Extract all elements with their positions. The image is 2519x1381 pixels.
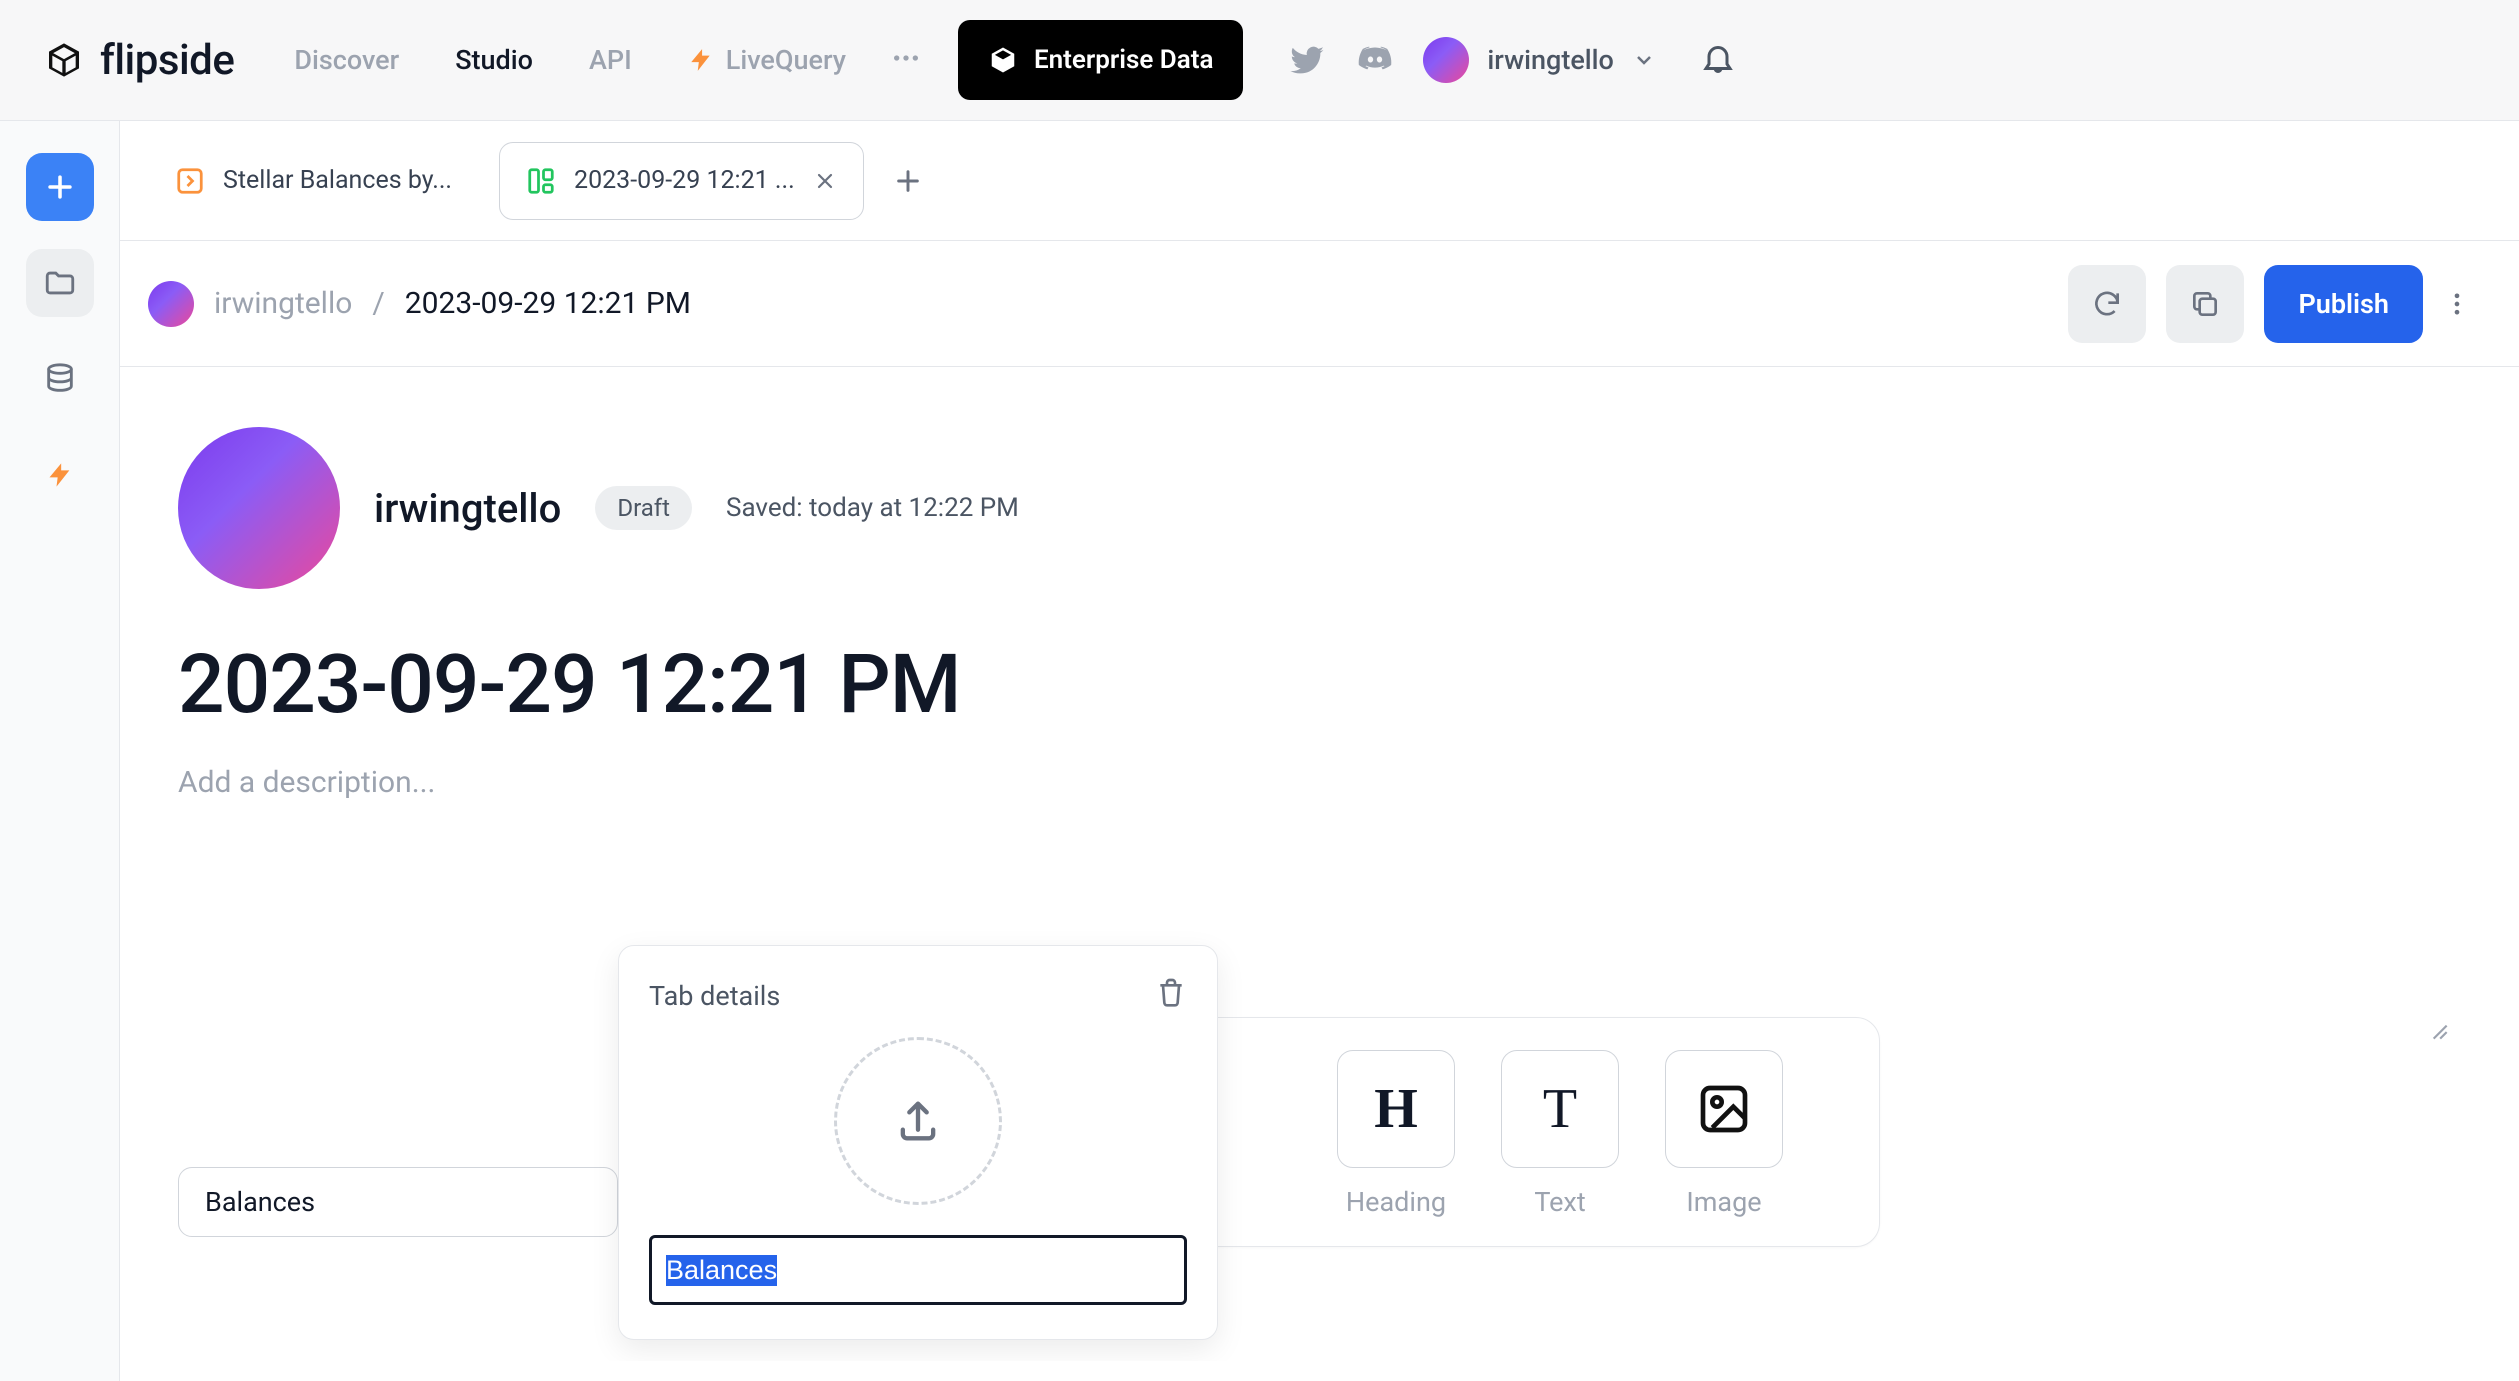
- heading-icon: H: [1337, 1050, 1455, 1168]
- editor-tab-label: 2023-09-29 12:21 ...: [574, 166, 795, 195]
- image-icon: [1665, 1050, 1783, 1168]
- editor-tab[interactable]: Stellar Balances by...: [148, 142, 479, 220]
- enterprise-data-button[interactable]: Enterprise Data: [958, 20, 1243, 100]
- avatar: [178, 427, 340, 589]
- palette-heading[interactable]: H Heading: [1337, 1050, 1455, 1218]
- titlebar: irwingtello / 2023-09-29 12:21 PM Publis…: [120, 241, 2519, 367]
- text-icon: T: [1501, 1050, 1619, 1168]
- avatar: [1423, 37, 1469, 83]
- refresh-button[interactable]: [2068, 265, 2146, 343]
- editor-tab-label: Stellar Balances by...: [223, 166, 452, 195]
- titlebar-actions: Publish: [2068, 265, 2471, 343]
- brand[interactable]: flipside: [44, 36, 234, 85]
- nav-studio[interactable]: Studio: [455, 44, 533, 76]
- user-name: irwingtello: [1487, 44, 1613, 76]
- user-menu[interactable]: irwingtello: [1423, 37, 1655, 83]
- breadcrumb-sep: /: [372, 286, 384, 321]
- breadcrumb-owner[interactable]: irwingtello: [214, 286, 352, 321]
- tab-details-popover: Tab details: [618, 945, 1218, 1340]
- avatar: [148, 281, 194, 327]
- editor-tab[interactable]: 2023-09-29 12:21 ...: [499, 142, 864, 220]
- lightning-icon: [46, 461, 74, 489]
- notifications-icon[interactable]: [1700, 40, 1736, 80]
- content-scroll: irwingtello Draft Saved: today at 12:22 …: [120, 367, 2519, 1381]
- nav-livequery-label: LiveQuery: [726, 44, 846, 76]
- dashboard-tab[interactable]: Balances: [178, 1167, 618, 1237]
- top-nav: Discover Studio API LiveQuery: [294, 44, 846, 76]
- more-button[interactable]: [2443, 290, 2471, 318]
- palette-text-label: Text: [1534, 1186, 1585, 1218]
- lightning-icon: [688, 47, 714, 73]
- files-button[interactable]: [26, 249, 94, 317]
- copy-button[interactable]: [2166, 265, 2244, 343]
- nav-more-icon[interactable]: [890, 42, 922, 78]
- trash-icon: [1155, 976, 1187, 1008]
- header: flipside Discover Studio API LiveQuery E…: [0, 0, 2519, 121]
- breadcrumb: irwingtello / 2023-09-29 12:21 PM: [148, 281, 691, 327]
- discord-icon[interactable]: [1355, 40, 1395, 80]
- resize-handle-icon[interactable]: [2425, 1017, 2451, 1047]
- breadcrumb-title: 2023-09-29 12:21 PM: [405, 286, 691, 321]
- palette-heading-label: Heading: [1346, 1186, 1446, 1218]
- owner-row: irwingtello Draft Saved: today at 12:22 …: [178, 427, 2433, 589]
- more-vertical-icon: [2443, 290, 2471, 318]
- nav-discover[interactable]: Discover: [294, 44, 399, 76]
- folder-icon: [43, 266, 77, 300]
- saved-text: Saved: today at 12:22 PM: [726, 493, 1019, 523]
- livequery-rail-button[interactable]: [26, 441, 94, 509]
- refresh-icon: [2091, 288, 2123, 320]
- palette-image[interactable]: Image: [1665, 1050, 1783, 1218]
- twitter-icon[interactable]: [1287, 40, 1327, 80]
- close-tab-icon[interactable]: [813, 169, 837, 193]
- status-badge: Draft: [595, 486, 692, 530]
- new-tab-button[interactable]: [892, 165, 924, 197]
- upload-icon: [892, 1095, 944, 1147]
- palette-text[interactable]: T Text: [1501, 1050, 1619, 1218]
- cube-icon: [988, 45, 1018, 75]
- popover-header: Tab details: [649, 976, 1187, 1015]
- left-rail: [0, 121, 120, 1381]
- description-input[interactable]: Add a description...: [178, 765, 2433, 800]
- dashboard-icon: [526, 166, 556, 196]
- delete-tab-button[interactable]: [1155, 976, 1187, 1015]
- database-button[interactable]: [26, 345, 94, 413]
- chevron-down-icon: [1632, 48, 1656, 72]
- tab-name-input[interactable]: [649, 1235, 1187, 1305]
- database-icon: [43, 362, 77, 396]
- upload-dropzone[interactable]: [834, 1037, 1002, 1205]
- enterprise-data-label: Enterprise Data: [1034, 45, 1213, 75]
- query-icon: [175, 166, 205, 196]
- publish-label: Publish: [2298, 288, 2389, 320]
- nav-api[interactable]: API: [589, 44, 632, 76]
- app-root: flipside Discover Studio API LiveQuery E…: [0, 0, 2519, 1381]
- header-social: [1287, 40, 1395, 80]
- brand-name: flipside: [100, 36, 234, 85]
- brand-logo-icon: [44, 40, 84, 80]
- page-title[interactable]: 2023-09-29 12:21 PM: [178, 637, 2433, 733]
- copy-icon: [2189, 288, 2221, 320]
- owner-name[interactable]: irwingtello: [374, 485, 561, 532]
- palette-image-label: Image: [1686, 1186, 1761, 1218]
- publish-button[interactable]: Publish: [2264, 265, 2423, 343]
- plus-icon: [43, 170, 77, 204]
- popover-title: Tab details: [649, 980, 780, 1012]
- content: irwingtello Draft Saved: today at 12:22 …: [120, 367, 2491, 1361]
- nav-livequery[interactable]: LiveQuery: [688, 44, 846, 76]
- new-button[interactable]: [26, 153, 94, 221]
- editor-tabs: Stellar Balances by... 2023-09-29 12:21 …: [120, 121, 2519, 241]
- main: Stellar Balances by... 2023-09-29 12:21 …: [120, 121, 2519, 1381]
- body: Stellar Balances by... 2023-09-29 12:21 …: [0, 121, 2519, 1381]
- plus-icon: [892, 165, 924, 197]
